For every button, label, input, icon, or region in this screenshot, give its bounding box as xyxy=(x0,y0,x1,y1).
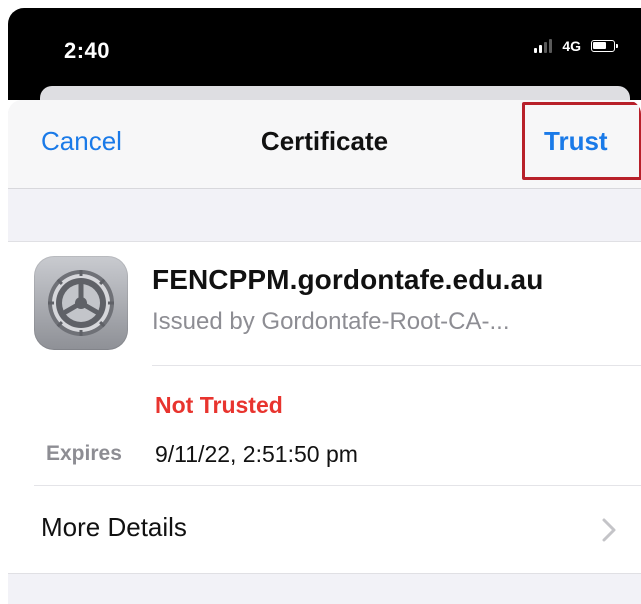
certificate-sheet: Cancel Certificate Trust FENCPPM.gordont… xyxy=(8,100,641,604)
screen: 2:40 4G Cancel Certificate Trust FENCPPM… xyxy=(0,0,641,604)
more-details-row[interactable]: More Details xyxy=(8,486,641,572)
certificate-name: FENCPPM.gordontafe.edu.au xyxy=(152,264,544,295)
status-indicators: 4G xyxy=(534,38,618,54)
expires-label: Expires xyxy=(46,442,122,465)
expires-value: 9/11/22, 2:51:50 pm xyxy=(155,441,358,467)
status-time: 2:40 xyxy=(64,38,111,63)
settings-gear-icon xyxy=(34,256,128,350)
trust-button[interactable]: Trust xyxy=(544,126,608,157)
cancel-button[interactable]: Cancel xyxy=(41,126,122,157)
more-details-label: More Details xyxy=(41,512,187,542)
certificate-issuer: Issued by Gordontafe-Root-CA-... xyxy=(152,308,510,335)
chevron-right-icon xyxy=(602,518,616,542)
battery-icon xyxy=(591,40,618,52)
navigation-bar: Cancel Certificate Trust xyxy=(8,100,641,189)
certificate-card: FENCPPM.gordontafe.edu.au Issued by Gord… xyxy=(8,241,641,574)
trust-status: Not Trusted xyxy=(155,392,283,418)
divider xyxy=(152,365,641,366)
network-type: 4G xyxy=(562,38,581,54)
cellular-signal-icon xyxy=(534,39,553,53)
